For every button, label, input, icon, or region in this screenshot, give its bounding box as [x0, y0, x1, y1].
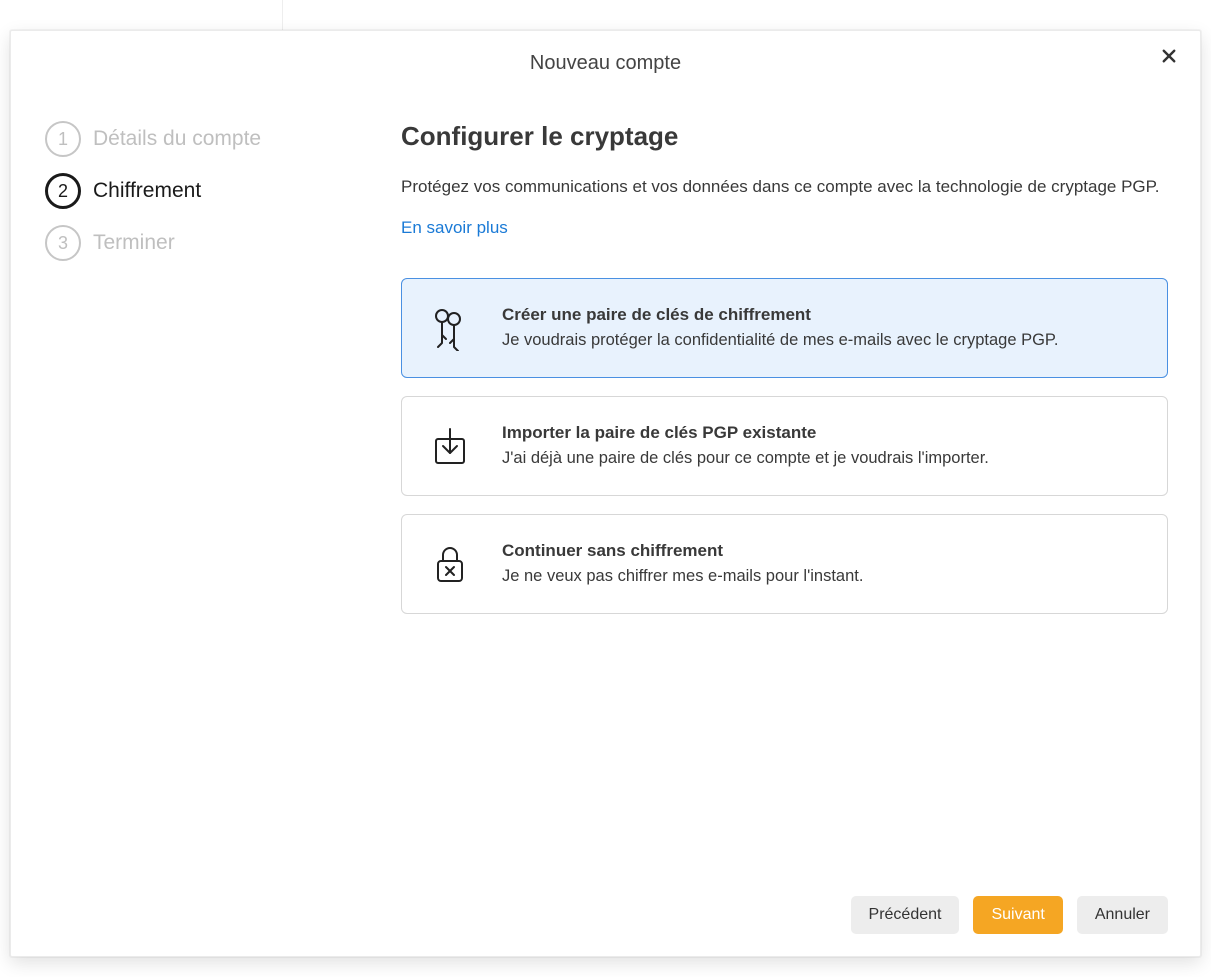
main-panel: Configurer le cryptage Protégez vos comm…: [401, 121, 1168, 866]
sidebar-step-account-details[interactable]: 1 Détails du compte: [45, 121, 361, 157]
close-icon: [1160, 47, 1178, 65]
lock-cancel-icon: [426, 541, 474, 587]
step-number-badge: 3: [45, 225, 81, 261]
new-account-dialog: Nouveau compte 1 Détails du compte 2 Chi…: [10, 30, 1201, 957]
step-number-badge: 2: [45, 173, 81, 209]
import-icon: [426, 423, 474, 469]
wizard-sidebar: 1 Détails du compte 2 Chiffrement 3 Term…: [11, 121, 361, 277]
dialog-title-row: Nouveau compte: [11, 43, 1200, 83]
option-skip-encryption[interactable]: Continuer sans chiffrement Je ne veux pa…: [401, 514, 1168, 614]
keys-icon: [426, 305, 474, 351]
dialog-title: Nouveau compte: [530, 52, 681, 74]
option-subtitle: J'ai déjà une paire de clés pour ce comp…: [502, 449, 989, 468]
sidebar-step-label: Terminer: [93, 231, 175, 255]
option-title: Importer la paire de clés PGP existante: [502, 423, 989, 443]
close-button[interactable]: [1156, 43, 1182, 69]
step-number-badge: 1: [45, 121, 81, 157]
page-heading: Configurer le cryptage: [401, 121, 1168, 152]
learn-more-link[interactable]: En savoir plus: [401, 218, 508, 238]
sidebar-step-finish[interactable]: 3 Terminer: [45, 225, 361, 261]
option-subtitle: Je ne veux pas chiffrer mes e-mails pour…: [502, 567, 863, 586]
encryption-options: Créer une paire de clés de chiffrement J…: [401, 278, 1168, 614]
option-subtitle: Je voudrais protéger la confidentialité …: [502, 331, 1058, 350]
option-title: Continuer sans chiffrement: [502, 541, 863, 561]
previous-button[interactable]: Précédent: [851, 896, 960, 934]
sidebar-step-encryption[interactable]: 2 Chiffrement: [45, 173, 361, 209]
sidebar-step-label: Détails du compte: [93, 127, 261, 151]
option-title: Créer une paire de clés de chiffrement: [502, 305, 1058, 325]
option-import-keypair[interactable]: Importer la paire de clés PGP existante …: [401, 396, 1168, 496]
next-button[interactable]: Suivant: [973, 896, 1062, 934]
sidebar-step-label: Chiffrement: [93, 179, 201, 203]
cancel-button[interactable]: Annuler: [1077, 896, 1168, 934]
page-description: Protégez vos communications et vos donné…: [401, 174, 1168, 200]
option-create-keypair[interactable]: Créer une paire de clés de chiffrement J…: [401, 278, 1168, 378]
wizard-footer: Précédent Suivant Annuler: [851, 896, 1168, 934]
